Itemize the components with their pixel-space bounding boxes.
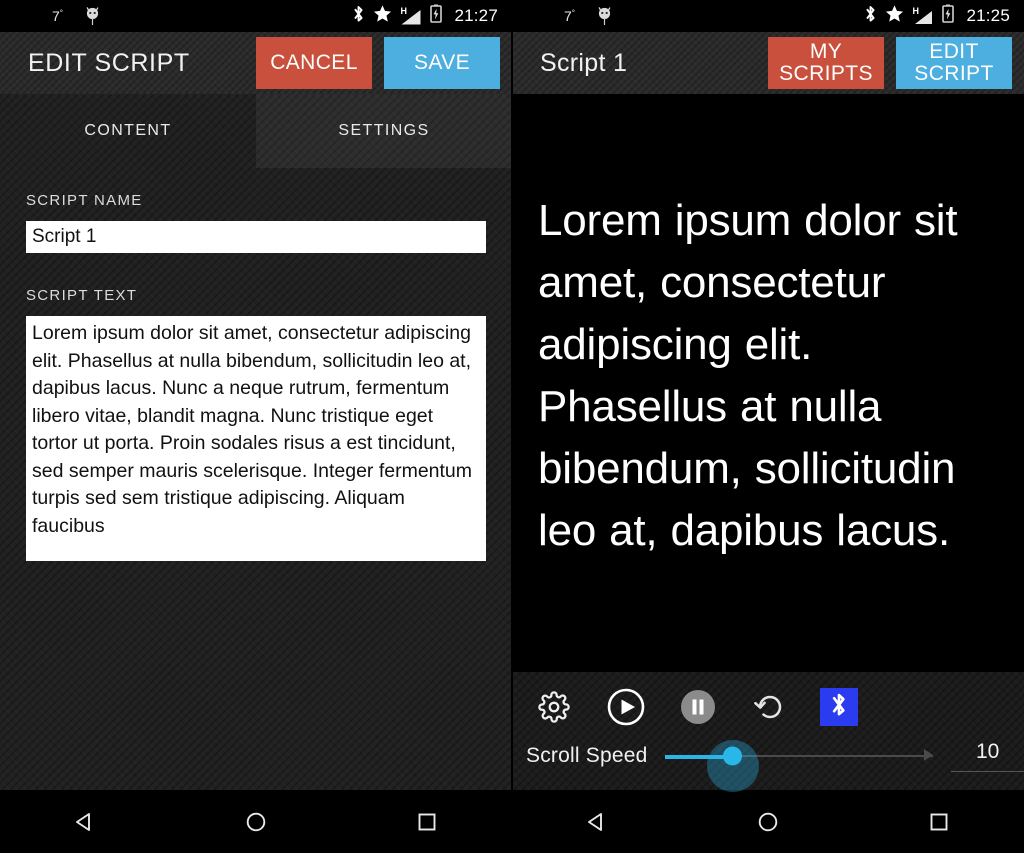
status-icons-right: H 21:25 xyxy=(864,4,1010,29)
battery-charging-icon xyxy=(430,4,443,28)
scroll-speed-slider[interactable] xyxy=(664,736,934,792)
back-triangle-icon-right[interactable] xyxy=(561,790,633,853)
signal-type-label: H xyxy=(400,5,407,16)
tab-bar: CONTENT SETTINGS xyxy=(0,94,512,168)
page-title: EDIT SCRIPT xyxy=(28,48,190,77)
tab-settings[interactable]: SETTINGS xyxy=(256,94,512,168)
degree-symbol-right: ° xyxy=(571,8,575,18)
back-triangle-icon[interactable] xyxy=(49,790,121,853)
status-bar-left: 7° H 21:27 xyxy=(0,0,512,32)
edit-script-panel: CONTENT SETTINGS SCRIPT NAME Script 1 SC… xyxy=(0,94,512,790)
panel-divider xyxy=(511,0,513,853)
prompter-controls: Scroll Speed 10 xyxy=(512,672,1024,792)
status-clock: 21:27 xyxy=(454,6,498,25)
signal-bars-icon-right: H xyxy=(912,5,934,26)
script-name-label: SCRIPT NAME xyxy=(26,192,143,209)
temperature-indicator-right: 7° xyxy=(564,8,575,24)
slider-thumb[interactable] xyxy=(722,746,742,766)
app-bar-left: EDIT SCRIPT CANCEL SAVE xyxy=(0,32,512,94)
android-robot-icon-right xyxy=(597,6,612,26)
pause-circle-icon[interactable] xyxy=(676,685,720,729)
home-circle-icon-right[interactable] xyxy=(732,790,804,853)
control-button-row xyxy=(512,672,1024,730)
script-title: Script 1 xyxy=(540,48,628,77)
temperature-value: 7 xyxy=(52,8,60,24)
star-icon xyxy=(373,4,392,28)
slider-end-arrow-icon xyxy=(924,749,934,761)
edit-script-button[interactable]: EDIT SCRIPT xyxy=(896,37,1012,89)
status-clock-right: 21:25 xyxy=(966,6,1010,25)
star-icon-right xyxy=(885,4,904,28)
temperature-value-right: 7 xyxy=(564,8,572,24)
signal-bars-icon: H xyxy=(400,5,422,26)
script-form: SCRIPT NAME Script 1 SCRIPT TEXT Lorem i… xyxy=(0,168,512,561)
android-nav-bar-left xyxy=(0,790,512,853)
bluetooth-icon-right xyxy=(864,4,877,29)
save-button[interactable]: SAVE xyxy=(384,37,500,89)
script-name-input[interactable]: Script 1 xyxy=(26,221,486,253)
script-text-input[interactable]: Lorem ipsum dolor sit amet, consectetur … xyxy=(26,316,486,561)
scroll-speed-value[interactable]: 10 xyxy=(951,740,1024,772)
status-icons-left: H 21:27 xyxy=(352,4,498,29)
script-text-label: SCRIPT TEXT xyxy=(26,287,138,304)
restart-loop-icon[interactable] xyxy=(748,685,792,729)
prompter-text: Lorem ipsum dolor sit amet, consectetur … xyxy=(538,196,958,555)
signal-type-label-right: H xyxy=(912,5,919,16)
temperature-indicator: 7° xyxy=(52,8,63,24)
bluetooth-toggle-button[interactable] xyxy=(820,688,858,726)
home-circle-icon[interactable] xyxy=(220,790,292,853)
degree-symbol: ° xyxy=(59,8,63,18)
recents-square-icon[interactable] xyxy=(391,790,463,853)
android-robot-icon xyxy=(85,6,100,26)
scroll-speed-row: Scroll Speed 10 xyxy=(512,730,1024,792)
scroll-speed-label: Scroll Speed xyxy=(526,744,648,767)
android-nav-bar-right xyxy=(512,790,1024,853)
play-circle-icon[interactable] xyxy=(604,685,648,729)
prompter-viewport[interactable]: Lorem ipsum dolor sit amet, consectetur … xyxy=(512,94,1024,672)
tab-content[interactable]: CONTENT xyxy=(0,94,256,168)
bluetooth-icon xyxy=(829,691,849,724)
status-bar-right: 7° H 21:25 xyxy=(512,0,1024,32)
gear-icon[interactable] xyxy=(532,685,576,729)
bluetooth-icon xyxy=(352,4,365,29)
prompter-panel: Lorem ipsum dolor sit amet, consectetur … xyxy=(512,94,1024,792)
screen: 7° H 21:27 7° H 21:25 EDIT SCRIPT CANCEL… xyxy=(0,0,1024,853)
cancel-button[interactable]: CANCEL xyxy=(256,37,372,89)
recents-square-icon-right[interactable] xyxy=(903,790,975,853)
my-scripts-button[interactable]: MY SCRIPTS xyxy=(768,37,884,89)
battery-charging-icon-right xyxy=(942,4,955,28)
app-bar-right: Script 1 MY SCRIPTS EDIT SCRIPT xyxy=(512,32,1024,94)
